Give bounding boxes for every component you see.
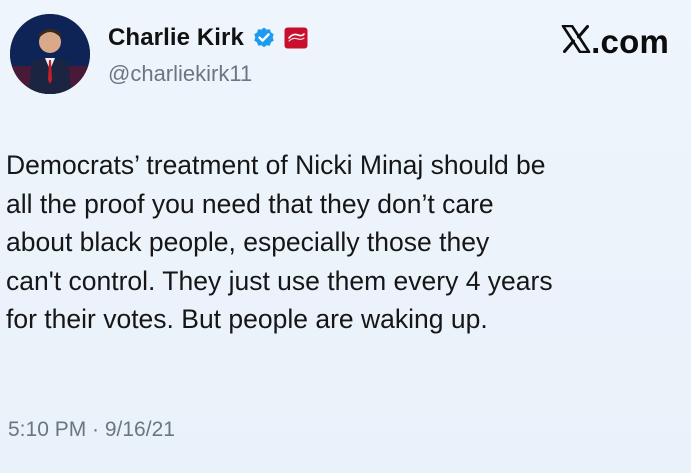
- affiliation-badge-icon[interactable]: [284, 27, 308, 49]
- x-com-logo: .com: [561, 23, 669, 61]
- tweet-text-line: can't control. They just use them every …: [6, 265, 553, 296]
- profile-photo: [10, 14, 90, 94]
- tweet-card: Charlie Kirk @charliekirk11 .com Democra…: [0, 0, 691, 473]
- tweet-text: Democrats’ treatment of Nicki Minaj shou…: [6, 146, 686, 339]
- avatar[interactable]: [10, 14, 90, 94]
- brand-suffix: .com: [591, 23, 669, 60]
- tweet-text-line: Democrats’ treatment of Nicki Minaj shou…: [6, 150, 546, 180]
- x-logo-icon: [561, 23, 591, 61]
- verified-badge-icon: [252, 26, 276, 50]
- tweet-text-line: about black people, especially those the…: [6, 227, 490, 257]
- author-handle[interactable]: @charliekirk11: [108, 61, 252, 87]
- tweet-text-line: all the proof you need that they don’t c…: [6, 188, 494, 219]
- tweet-text-line: for their votes. But people are waking u…: [6, 304, 488, 334]
- tweet-timestamp[interactable]: 5:10 PM · 9/16/21: [8, 418, 175, 442]
- author-name-row: Charlie Kirk: [108, 22, 308, 54]
- author-display-name[interactable]: Charlie Kirk: [108, 24, 244, 52]
